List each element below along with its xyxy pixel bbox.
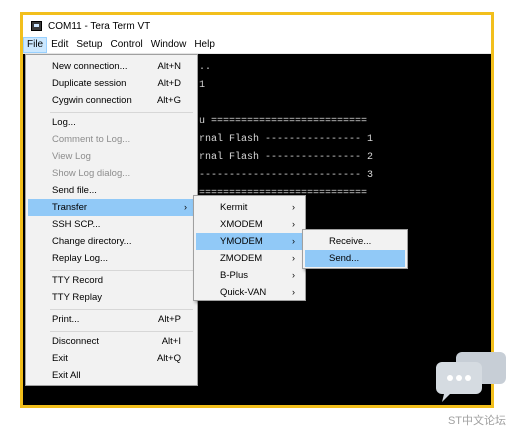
menu-item-quick-van[interactable]: Quick-VAN › <box>196 284 303 301</box>
menu-item-label: Change directory... <box>52 236 132 247</box>
menu-item-label: Send file... <box>52 185 97 196</box>
menu-item-ssh-scp[interactable]: SSH SCP... <box>28 216 195 233</box>
menu-item-label: Duplicate session <box>52 78 127 89</box>
shortcut-label: Alt+P <box>158 314 181 325</box>
menu-separator <box>50 112 193 113</box>
menu-item-label: TTY Record <box>52 275 104 286</box>
menu-item-disconnect[interactable]: Disconnect Alt+I <box>28 333 195 350</box>
chevron-right-icon: › <box>292 253 295 263</box>
menu-item-label: TTY Replay <box>52 292 102 303</box>
menu-item-duplicate-session[interactable]: Duplicate session Alt+D <box>28 75 195 92</box>
menu-separator <box>50 331 193 332</box>
menu-item-label: Send... <box>329 253 360 264</box>
menu-item-label: B-Plus <box>220 270 248 281</box>
menu-item-label: ZMODEM <box>220 253 263 264</box>
ymodem-submenu: Receive... Send... <box>302 229 408 269</box>
menu-file[interactable]: File <box>23 37 48 53</box>
menu-item-label: Show Log dialog... <box>52 168 131 179</box>
menu-item-label: View Log <box>52 151 91 162</box>
transfer-submenu: Kermit › XMODEM › YMODEM › ZMODEM › B-Plus › … <box>193 195 306 301</box>
menu-item-cygwin-connection[interactable]: Cygwin connection Alt+G <box>28 92 195 109</box>
menu-item-receive[interactable]: Receive... <box>305 233 405 250</box>
menu-item-tty-replay[interactable]: TTY Replay <box>28 289 195 306</box>
shortcut-label: Alt+D <box>157 78 182 89</box>
menu-item-send-file[interactable]: Send file... <box>28 182 195 199</box>
menu-item-label: XMODEM <box>220 219 263 230</box>
terminal-line: --------------------------- 3 <box>199 170 374 181</box>
menu-item-label: Quick-VAN <box>220 287 267 298</box>
menu-item-exit[interactable]: Exit Alt+Q <box>28 350 195 367</box>
menu-item-replay-log[interactable]: Replay Log... <box>28 250 195 267</box>
menu-separator <box>50 309 193 310</box>
menu-setup[interactable]: Setup <box>72 37 106 53</box>
menu-item-print[interactable]: Print... Alt+P <box>28 311 195 328</box>
menu-item-label: Disconnect <box>52 336 99 347</box>
chevron-right-icon: › <box>292 236 295 246</box>
menu-item-log[interactable]: Log... <box>28 114 195 131</box>
menu-help[interactable]: Help <box>190 37 219 53</box>
file-menu: New connection... Alt+N Duplicate session… <box>25 54 198 386</box>
menu-item-show-log-dialog[interactable]: Show Log dialog... <box>28 165 195 182</box>
menu-separator <box>50 270 193 271</box>
menu-item-label: Transfer <box>52 202 88 213</box>
watermark-text: ST中文论坛 <box>447 415 506 427</box>
window-title: COM11 - Tera Term VT <box>48 20 151 32</box>
terminal-line: u ========================== <box>199 116 368 127</box>
menu-item-label: YMODEM <box>220 236 263 247</box>
menu-item-change-directory[interactable]: Change directory... <box>28 233 195 250</box>
menu-item-zmodem[interactable]: ZMODEM › <box>196 250 303 267</box>
menu-item-xmodem[interactable]: XMODEM › <box>196 216 303 233</box>
menu-window[interactable]: Window <box>147 37 191 53</box>
menu-item-label: Comment to Log... <box>52 134 131 145</box>
title-bar: COM11 - Tera Term VT <box>23 15 491 37</box>
shortcut-label: Alt+G <box>156 95 181 106</box>
menu-bar: File Edit Setup Control Window Help <box>23 37 491 54</box>
chevron-right-icon: › <box>292 270 295 280</box>
menu-item-exit-all[interactable]: Exit All <box>28 367 195 384</box>
menu-item-new-connection[interactable]: New connection... Alt+N <box>28 58 195 75</box>
menu-item-bplus[interactable]: B-Plus › <box>196 267 303 284</box>
chevron-right-icon: › <box>184 202 187 212</box>
terminal-line: 1 <box>199 80 206 91</box>
menu-item-tty-record[interactable]: TTY Record <box>28 272 195 289</box>
menu-item-send[interactable]: Send... <box>305 250 405 267</box>
chevron-right-icon: › <box>292 219 295 229</box>
shortcut-label: Alt+Q <box>156 353 181 364</box>
menu-item-label: Log... <box>52 117 76 128</box>
menu-item-label: SSH SCP... <box>52 219 101 230</box>
teraterm-app-icon <box>31 21 42 31</box>
menu-edit[interactable]: Edit <box>47 37 72 53</box>
chevron-right-icon: › <box>292 202 295 212</box>
forum-logo-icon <box>436 352 506 402</box>
shortcut-label: Alt+N <box>157 61 182 72</box>
shortcut-label: Alt+I <box>161 336 181 347</box>
menu-item-label: Kermit <box>220 202 248 213</box>
menu-item-ymodem[interactable]: YMODEM › <box>196 233 303 250</box>
menu-item-comment-to-log[interactable]: Comment to Log... <box>28 131 195 148</box>
menu-item-label: Cygwin connection <box>52 95 132 106</box>
terminal-line: .. <box>199 62 212 73</box>
chevron-right-icon: › <box>292 287 295 297</box>
menu-item-transfer[interactable]: Transfer › <box>28 199 195 216</box>
menu-item-label: Print... <box>52 314 80 325</box>
menu-item-view-log[interactable]: View Log <box>28 148 195 165</box>
terminal-line: rnal Flash ---------------- 1 <box>199 134 374 145</box>
menu-item-label: New connection... <box>52 61 128 72</box>
menu-item-kermit[interactable]: Kermit › <box>196 199 303 216</box>
menu-item-label: Replay Log... <box>52 253 108 264</box>
menu-control[interactable]: Control <box>107 37 147 53</box>
menu-item-label: Exit <box>52 353 68 364</box>
terminal-line: rnal Flash ---------------- 2 <box>199 152 374 163</box>
menu-item-label: Exit All <box>52 370 81 381</box>
menu-item-label: Receive... <box>329 236 372 247</box>
